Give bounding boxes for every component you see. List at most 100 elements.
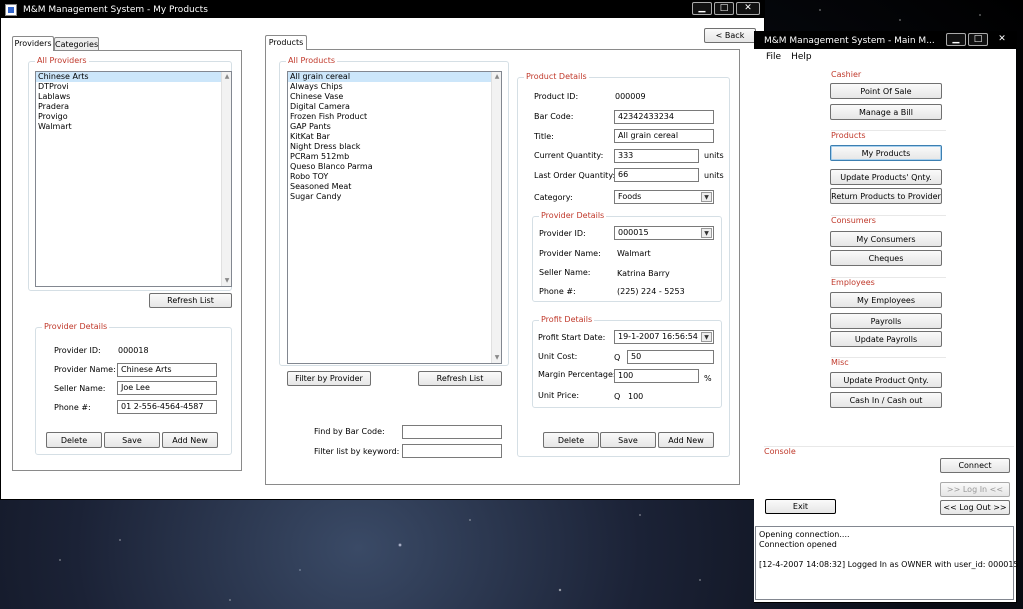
- barcode-field[interactable]: 42342433234: [614, 110, 714, 124]
- provider-list-item[interactable]: Pradera: [36, 102, 231, 112]
- cash-in-out-button[interactable]: Cash In / Cash out: [830, 392, 942, 408]
- provider-list-item[interactable]: DTProvi: [36, 82, 231, 92]
- console-label: Console: [764, 446, 1014, 456]
- filter-by-provider-button[interactable]: Filter by Provider: [287, 371, 371, 386]
- providers-listbox[interactable]: Chinese Arts DTProvi Lablaws Pradera Provigo…: [35, 71, 232, 287]
- seller-name-field[interactable]: Joe Lee: [117, 381, 217, 395]
- update-payrolls-button[interactable]: Update Payrolls: [830, 331, 942, 347]
- provider-add-new-button[interactable]: Add New: [162, 432, 218, 448]
- provider-details-title: Provider Details: [42, 322, 110, 331]
- current-qty-field[interactable]: 333: [614, 149, 699, 163]
- product-list-item[interactable]: Sugar Candy: [288, 192, 501, 202]
- manage-bill-button[interactable]: Manage a Bill: [830, 104, 942, 120]
- all-products-title: All Products: [286, 56, 338, 65]
- back-button[interactable]: < Back: [704, 28, 756, 43]
- maximize-icon[interactable]: □: [714, 2, 734, 15]
- find-by-barcode-input[interactable]: [402, 425, 502, 439]
- close-icon[interactable]: ✕: [736, 2, 760, 15]
- connect-button[interactable]: Connect: [940, 458, 1010, 473]
- seller-name-label: Seller Name:: [54, 384, 106, 393]
- log-out-button[interactable]: << Log Out >>: [940, 500, 1010, 515]
- product-list-item[interactable]: Night Dress black: [288, 142, 501, 152]
- exit-button[interactable]: Exit: [765, 499, 836, 514]
- product-provider-name-label: Provider Name:: [539, 249, 601, 258]
- profit-start-select[interactable]: 19-1-2007 16:56:54 ▼: [614, 330, 714, 344]
- provider-name-field[interactable]: Chinese Arts: [117, 363, 217, 377]
- chevron-down-icon[interactable]: ▼: [701, 332, 712, 342]
- category-value: Foods: [618, 192, 642, 201]
- margin-label: Margin Percentage:: [538, 370, 616, 379]
- product-list-item[interactable]: KitKat Bar: [288, 132, 501, 142]
- tab-providers[interactable]: Providers: [12, 36, 54, 51]
- current-qty-units: units: [704, 151, 724, 160]
- margin-field[interactable]: 100: [614, 369, 699, 383]
- product-list-item[interactable]: Frozen Fish Product: [288, 112, 501, 122]
- update-products-qty-button[interactable]: Update Products' Qnty.: [830, 169, 942, 185]
- product-list-item[interactable]: Robo TOY: [288, 172, 501, 182]
- chevron-down-icon[interactable]: ▼: [701, 228, 712, 238]
- product-provider-id-value: 000015: [618, 228, 649, 237]
- products-listbox[interactable]: All grain cereal Always Chips Chinese Vase…: [287, 71, 502, 364]
- main-window-titlebar[interactable]: M&M Management System - Main M... ▁ □ ✕: [754, 32, 1016, 49]
- all-providers-title: All Providers: [35, 56, 89, 65]
- my-products-button[interactable]: My Products: [830, 145, 942, 161]
- product-delete-button[interactable]: Delete: [543, 432, 599, 448]
- provider-list-item[interactable]: Provigo: [36, 112, 231, 122]
- minimize-icon[interactable]: ▁: [692, 2, 712, 15]
- filter-keyword-label: Filter list by keyword:: [314, 447, 400, 456]
- product-list-item[interactable]: Seasoned Meat: [288, 182, 501, 192]
- providers-refresh-button[interactable]: Refresh List: [149, 293, 232, 308]
- log-in-button[interactable]: >> Log In <<: [940, 482, 1010, 497]
- unit-price-currency: Q: [614, 392, 621, 401]
- unit-cost-label: Unit Cost:: [538, 352, 578, 361]
- provider-list-item[interactable]: Walmart: [36, 122, 231, 132]
- product-list-item[interactable]: Chinese Vase: [288, 92, 501, 102]
- product-list-item[interactable]: Digital Camera: [288, 102, 501, 112]
- menu-file[interactable]: File: [766, 52, 781, 62]
- tab-categories[interactable]: Categories: [54, 37, 99, 51]
- category-select[interactable]: Foods ▼: [614, 190, 714, 204]
- providers-scrollbar[interactable]: ▲ ▼: [221, 72, 231, 286]
- product-list-item[interactable]: Always Chips: [288, 82, 501, 92]
- product-list-item[interactable]: PCRam 512mb: [288, 152, 501, 162]
- provider-name-label: Provider Name:: [54, 365, 116, 374]
- product-provider-name-value: Walmart: [617, 249, 651, 258]
- point-of-sale-button[interactable]: Point Of Sale: [830, 83, 942, 99]
- provider-delete-button[interactable]: Delete: [46, 432, 102, 448]
- tab-products[interactable]: Products: [265, 35, 307, 50]
- product-save-button[interactable]: Save: [600, 432, 656, 448]
- close-icon[interactable]: ✕: [990, 33, 1014, 46]
- products-window-titlebar[interactable]: M&M Management System - My Products ▁ □ …: [1, 1, 764, 18]
- product-add-new-button[interactable]: Add New: [658, 432, 714, 448]
- title-label: Title:: [534, 132, 554, 141]
- cheques-button[interactable]: Cheques: [830, 250, 942, 266]
- product-list-item[interactable]: All grain cereal: [288, 72, 501, 82]
- return-products-button[interactable]: Return Products to Provider: [830, 188, 942, 204]
- product-provider-id-select[interactable]: 000015 ▼: [614, 226, 714, 240]
- provider-list-item[interactable]: Chinese Arts: [36, 72, 231, 82]
- product-list-item[interactable]: Queso Blanco Parma: [288, 162, 501, 172]
- menu-help[interactable]: Help: [791, 52, 812, 62]
- product-provider-id-label: Provider ID:: [539, 229, 586, 238]
- section-consumers: Consumers: [831, 215, 946, 225]
- minimize-icon[interactable]: ▁: [946, 33, 966, 46]
- my-consumers-button[interactable]: My Consumers: [830, 231, 942, 247]
- products-scrollbar[interactable]: ▲ ▼: [491, 72, 501, 363]
- chevron-down-icon[interactable]: ▼: [701, 192, 712, 202]
- console-output[interactable]: Opening connection.... Connection opened […: [755, 526, 1019, 600]
- last-order-qty-field[interactable]: 66: [614, 168, 699, 182]
- provider-save-button[interactable]: Save: [104, 432, 160, 448]
- payrolls-button[interactable]: Payrolls: [830, 313, 942, 329]
- product-list-item[interactable]: GAP Pants: [288, 122, 501, 132]
- update-product-qty-button[interactable]: Update Product Qnty.: [830, 372, 942, 388]
- provider-list-item[interactable]: Lablaws: [36, 92, 231, 102]
- my-employees-button[interactable]: My Employees: [830, 292, 942, 308]
- unit-cost-field[interactable]: 50: [627, 350, 714, 364]
- filter-keyword-input[interactable]: [402, 444, 502, 458]
- maximize-icon[interactable]: □: [968, 33, 988, 46]
- products-refresh-button[interactable]: Refresh List: [418, 371, 502, 386]
- phone-field[interactable]: 01 2-556-4564-4587: [117, 400, 217, 414]
- product-seller-name-value: Katrina Barry: [617, 269, 670, 278]
- title-field[interactable]: All grain cereal: [614, 129, 714, 143]
